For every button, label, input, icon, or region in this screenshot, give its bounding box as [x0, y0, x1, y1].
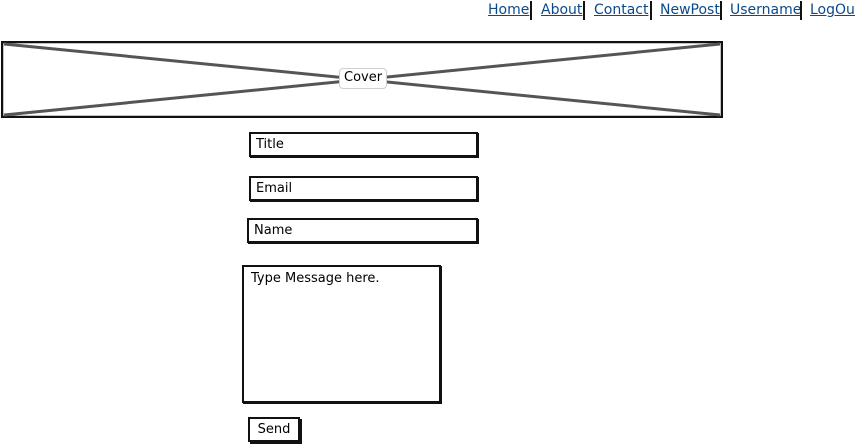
nav-separator	[650, 1, 652, 20]
nav-link-newpost[interactable]: NewPost	[660, 2, 720, 18]
nav-link-username[interactable]: Username	[730, 2, 801, 18]
nav-separator	[530, 1, 532, 20]
nav-separator	[800, 1, 802, 20]
top-nav: Home About Contact NewPost Username LogO…	[486, 0, 855, 22]
name-input[interactable]: Name	[247, 218, 478, 243]
nav-separator	[583, 1, 585, 20]
nav-separator	[720, 1, 722, 20]
title-input[interactable]: Title	[249, 132, 478, 157]
nav-link-home[interactable]: Home	[488, 2, 529, 18]
cover-label: Cover	[339, 68, 388, 89]
message-textarea[interactable]: Type Message here.	[242, 265, 441, 403]
send-button[interactable]: Send	[248, 417, 300, 442]
nav-link-contact[interactable]: Contact	[594, 2, 648, 18]
nav-link-logout[interactable]: LogOut	[810, 2, 855, 18]
email-input[interactable]: Email	[249, 176, 478, 201]
nav-link-about[interactable]: About	[541, 2, 582, 18]
